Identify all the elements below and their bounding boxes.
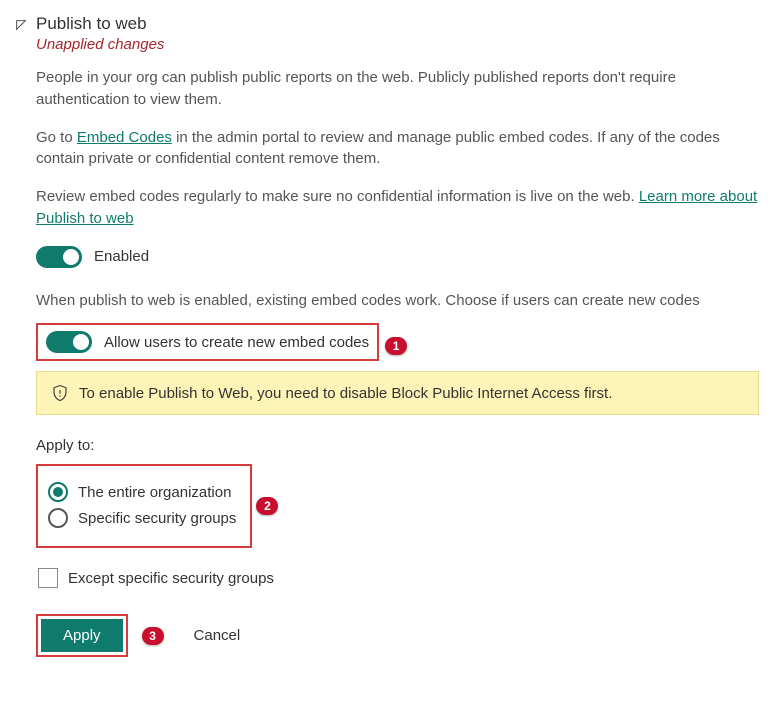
description-p1: People in your org can publish public re… <box>36 67 759 111</box>
radio-specific-groups-label: Specific security groups <box>78 510 236 527</box>
p2-text-a: Go to <box>36 129 77 146</box>
subheading: When publish to web is enabled, existing… <box>36 290 759 312</box>
radio-entire-org-label: The entire organization <box>78 484 231 501</box>
apply-button-highlight: Apply <box>36 614 128 657</box>
warning-text: To enable Publish to Web, you need to di… <box>79 385 612 402</box>
status-text: Unapplied changes <box>36 36 759 53</box>
apply-button[interactable]: Apply <box>41 619 123 652</box>
p3-text-a: Review embed codes regularly to make sur… <box>36 188 639 205</box>
radio-icon <box>48 482 68 502</box>
allow-new-codes-toggle[interactable] <box>46 331 92 353</box>
radio-entire-org[interactable]: The entire organization <box>48 482 236 502</box>
enabled-toggle[interactable] <box>36 246 82 268</box>
radio-specific-groups[interactable]: Specific security groups <box>48 508 236 528</box>
warning-banner: To enable Publish to Web, you need to di… <box>36 371 759 415</box>
except-groups-label: Except specific security groups <box>68 570 274 587</box>
callout-badge-2: 2 <box>256 497 278 515</box>
radio-icon <box>48 508 68 528</box>
enabled-label: Enabled <box>94 248 149 265</box>
callout-badge-1: 1 <box>385 337 407 355</box>
except-groups-checkbox-row[interactable]: Except specific security groups <box>38 568 759 588</box>
apply-to-radio-group: The entire organization Specific securit… <box>36 464 252 548</box>
callout-badge-3: 3 <box>142 627 164 645</box>
checkbox-icon <box>38 568 58 588</box>
expand-caret-icon[interactable] <box>14 18 28 32</box>
description-p2: Go to Embed Codes in the admin portal to… <box>36 127 759 171</box>
apply-to-label: Apply to: <box>36 437 759 454</box>
allow-new-codes-label: Allow users to create new embed codes <box>104 334 369 351</box>
allow-new-codes-box: Allow users to create new embed codes <box>36 323 379 361</box>
description-p3: Review embed codes regularly to make sur… <box>36 186 759 230</box>
cancel-button[interactable]: Cancel <box>194 627 241 644</box>
shield-icon <box>51 384 69 402</box>
embed-codes-link[interactable]: Embed Codes <box>77 129 172 146</box>
section-title: Publish to web <box>36 14 759 34</box>
